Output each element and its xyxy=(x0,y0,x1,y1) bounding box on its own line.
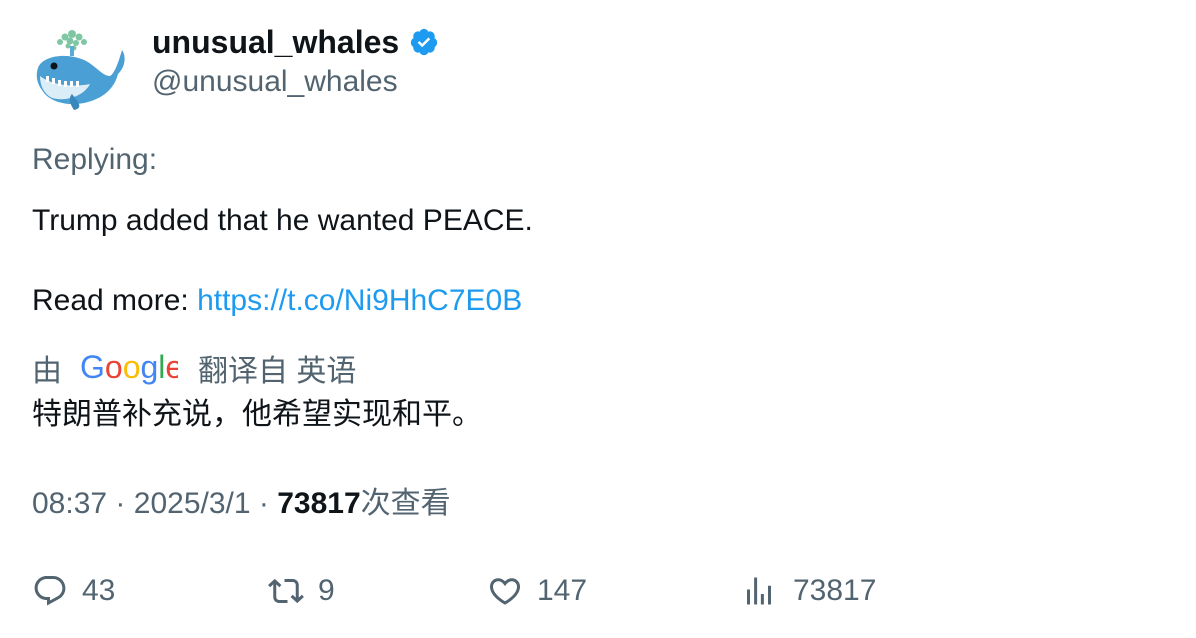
reply-count: 43 xyxy=(82,574,116,607)
translation-prefix: 由 xyxy=(32,355,62,388)
retweet-icon xyxy=(268,578,304,604)
tweet-meta: 08:37 · 2025/3/1 · 73817次查看 xyxy=(32,484,451,524)
views-button[interactable]: 73817 xyxy=(741,568,876,614)
tweet-text-line-1: Trump added that he wanted PEACE. xyxy=(32,204,533,237)
views-action-count: 73817 xyxy=(793,574,877,607)
svg-text:Google: Google xyxy=(80,350,178,385)
analytics-icon xyxy=(747,577,771,605)
google-logo-icon: Google xyxy=(80,350,178,385)
reply-button[interactable]: 43 xyxy=(32,568,115,614)
author-display-name[interactable]: unusual_whales xyxy=(152,22,399,62)
translated-text: 特朗普补充说，他希望实现和平。 xyxy=(32,398,482,431)
verified-badge-icon xyxy=(411,28,438,56)
tweet-link[interactable]: https://t.co/Ni9HhC7E0B xyxy=(197,284,522,317)
replying-label: Replying: xyxy=(32,143,158,176)
views-label: 次查看 xyxy=(360,487,451,520)
tweet-text-line-2: Read more: https://t.co/Ni9HhC7E0B xyxy=(32,281,522,321)
reply-icon xyxy=(34,576,66,606)
meta-separator: · xyxy=(258,487,269,520)
whale-avatar-icon xyxy=(36,30,125,110)
author-handle[interactable]: @unusual_whales xyxy=(152,62,398,102)
meta-separator: · xyxy=(115,487,126,520)
retweet-count: 9 xyxy=(318,574,335,607)
like-count: 147 xyxy=(537,574,588,607)
views-count: 73817 xyxy=(277,487,361,520)
like-button[interactable]: 147 xyxy=(487,568,587,614)
translation-attribution: 由 Google 翻译自 英语 xyxy=(32,347,356,389)
author-name-row[interactable]: unusual_whales xyxy=(152,22,439,62)
avatar[interactable] xyxy=(32,24,128,114)
heart-icon xyxy=(489,578,521,605)
tweet-time[interactable]: 08:37 xyxy=(32,487,107,520)
read-more-label: Read more: xyxy=(32,284,198,317)
retweet-button[interactable]: 9 xyxy=(268,568,335,614)
tweet-date[interactable]: 2025/3/1 xyxy=(134,487,251,520)
translation-suffix: 翻译自 英语 xyxy=(198,355,357,388)
